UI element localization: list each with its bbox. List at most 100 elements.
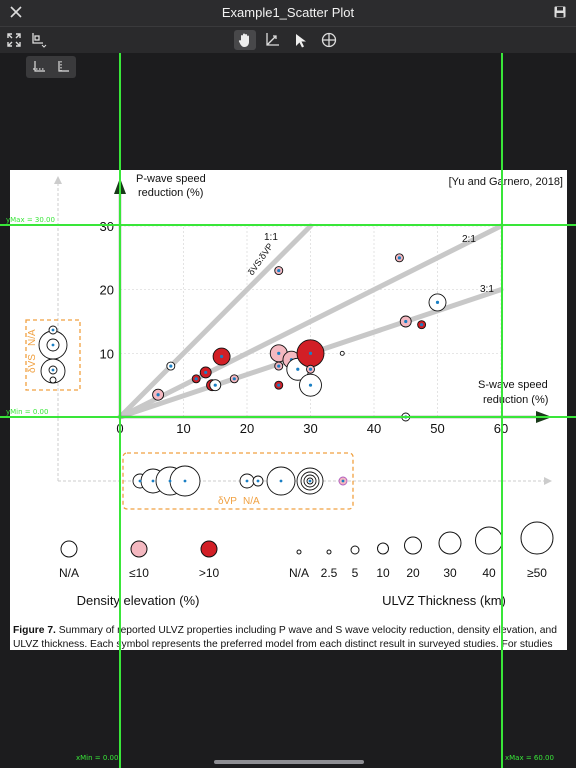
calibration-xmin-label: xMin = 0.00 — [76, 754, 119, 762]
main-toolbar — [0, 27, 576, 53]
density-legend-na-symbol — [60, 540, 78, 558]
figure-image[interactable]: 0102030405060102030 P-wave speed reducti… — [10, 170, 567, 650]
x-axis-label-line2: reduction (%) — [483, 394, 548, 406]
y-axis-tool-icon[interactable] — [53, 58, 73, 76]
window-title: Example1_Scatter Plot — [221, 5, 355, 20]
dvp-na-point-center — [341, 479, 345, 483]
ratio-label-2-1: 2:1 — [462, 234, 476, 245]
data-point-center — [204, 370, 208, 375]
crosshair-add-point-icon[interactable] — [318, 30, 340, 50]
axis-calibrate-icon[interactable] — [261, 30, 283, 50]
dvs-na-point-center — [51, 368, 55, 372]
data-point-center — [277, 364, 281, 368]
data-point-center — [277, 268, 281, 273]
thickness-legend-symbol — [326, 549, 332, 555]
caption-text: Summary of reported ULVZ properties incl… — [13, 625, 557, 650]
data-point-center — [420, 323, 424, 327]
dvp-na-point-center — [151, 479, 155, 483]
dvs-na-symbols — [38, 325, 68, 384]
calibration-xmax-label: xMax = 60.00 — [505, 754, 554, 762]
thickness-legend-symbol — [350, 545, 360, 555]
ratio-prefix-label: δVS:δVP — [246, 241, 275, 277]
dvp-na-point-center — [183, 479, 187, 483]
thickness-legend-title: ULVZ Thickness (km) — [382, 593, 506, 608]
thickness-legend-symbol — [404, 536, 422, 555]
data-point-center — [169, 364, 173, 368]
caption-label: Figure 7. — [13, 625, 56, 636]
data-point-center — [435, 300, 440, 304]
thickness-legend-label: 20 — [406, 566, 420, 580]
y-axis-label-line1: P-wave speed — [136, 173, 206, 185]
density-legend-na: N/A — [59, 566, 79, 580]
y-axis-label-line2: reduction (%) — [138, 187, 203, 199]
y-tick-label: 10 — [100, 346, 114, 361]
data-point-center — [232, 377, 236, 381]
thickness-legend-symbol — [475, 526, 503, 555]
pan-hand-icon[interactable] — [234, 30, 256, 50]
thickness-legend-label: 40 — [482, 566, 496, 580]
dvp-label: δVP — [218, 496, 237, 507]
density-legend-high: >10 — [199, 566, 220, 580]
data-point-center — [277, 351, 281, 355]
dvp-na-symbols — [132, 465, 348, 497]
thickness-legend: ULVZ Thickness (km) N/A 2.5 5 10 20 30 40 ≥50 — [289, 521, 554, 608]
calibration-ymax-line[interactable] — [0, 224, 576, 226]
thickness-legend-label: 5 — [352, 566, 359, 580]
x-tick-label: 30 — [303, 421, 317, 436]
dvs-na-point — [49, 376, 57, 384]
calibration-ymin-line[interactable] — [0, 416, 576, 418]
x-axis-tool-icon[interactable] — [29, 58, 49, 76]
dvp-na-point-center — [138, 479, 142, 483]
save-icon[interactable] — [554, 5, 566, 18]
x-tick-label: 20 — [240, 421, 254, 436]
density-legend-low-symbol — [130, 540, 148, 558]
data-point-center — [213, 383, 217, 387]
x-tick-label: 40 — [367, 421, 381, 436]
data-point-center — [194, 377, 198, 381]
dvp-na-label: N/A — [243, 496, 260, 507]
figure-caption: Figure 7. Summary of reported ULVZ prope… — [13, 624, 558, 652]
dvp-na-point-center — [245, 479, 249, 483]
x-axis-label-line1: S-wave speed — [478, 379, 548, 391]
calibration-ymax-label: yMax = 30.00 — [6, 216, 55, 224]
thickness-legend-symbol — [438, 531, 462, 555]
thickness-legend-symbol — [296, 549, 302, 555]
dvp-na-point-center — [256, 479, 260, 483]
data-point-center — [277, 383, 281, 387]
thickness-legend-symbol — [377, 542, 389, 555]
calibration-xmin-line[interactable] — [119, 53, 121, 768]
dvs-label: δVS — [27, 354, 38, 373]
x-tick-label: 10 — [176, 421, 190, 436]
thickness-legend-label: 2.5 — [321, 566, 338, 580]
axis-settings-icon[interactable] — [28, 30, 50, 50]
thickness-legend-symbol — [520, 521, 554, 555]
pointer-select-icon[interactable] — [290, 30, 312, 50]
y-tick-label: 20 — [100, 283, 114, 298]
data-point-center — [308, 367, 313, 371]
dvp-na-point-center — [308, 479, 312, 483]
fit-screen-icon[interactable] — [3, 30, 25, 50]
data-point-center — [308, 383, 313, 387]
y-tick-label: 30 — [100, 219, 114, 234]
data-point-center — [404, 319, 408, 324]
data-point-center — [220, 354, 224, 359]
thickness-legend-label: N/A — [289, 566, 309, 580]
thickness-legend-label: 30 — [443, 566, 457, 580]
density-legend-high-symbol — [200, 540, 218, 558]
density-legend: N/A ≤10 >10 Density elevation (%) — [59, 540, 220, 608]
dvs-na-point-center — [51, 343, 55, 347]
density-legend-title: Density elevation (%) — [77, 593, 200, 608]
thickness-legend-label: ≥50 — [527, 566, 547, 580]
citation: [Yu and Garnero, 2018] — [449, 176, 563, 188]
dvp-na-point-center — [168, 479, 172, 483]
calibration-ymin-label: yMin = 0.00 — [6, 408, 49, 416]
data-point — [339, 350, 345, 356]
dashed-x-arrow — [544, 477, 552, 485]
dvp-na-point-center — [279, 479, 283, 483]
home-indicator — [214, 760, 364, 764]
ratio-label-3-1: 3:1 — [480, 284, 494, 295]
data-point-center — [296, 367, 300, 371]
x-tick-label: 50 — [430, 421, 444, 436]
data-point-center — [308, 351, 313, 355]
calibration-xmax-line[interactable] — [501, 53, 503, 768]
